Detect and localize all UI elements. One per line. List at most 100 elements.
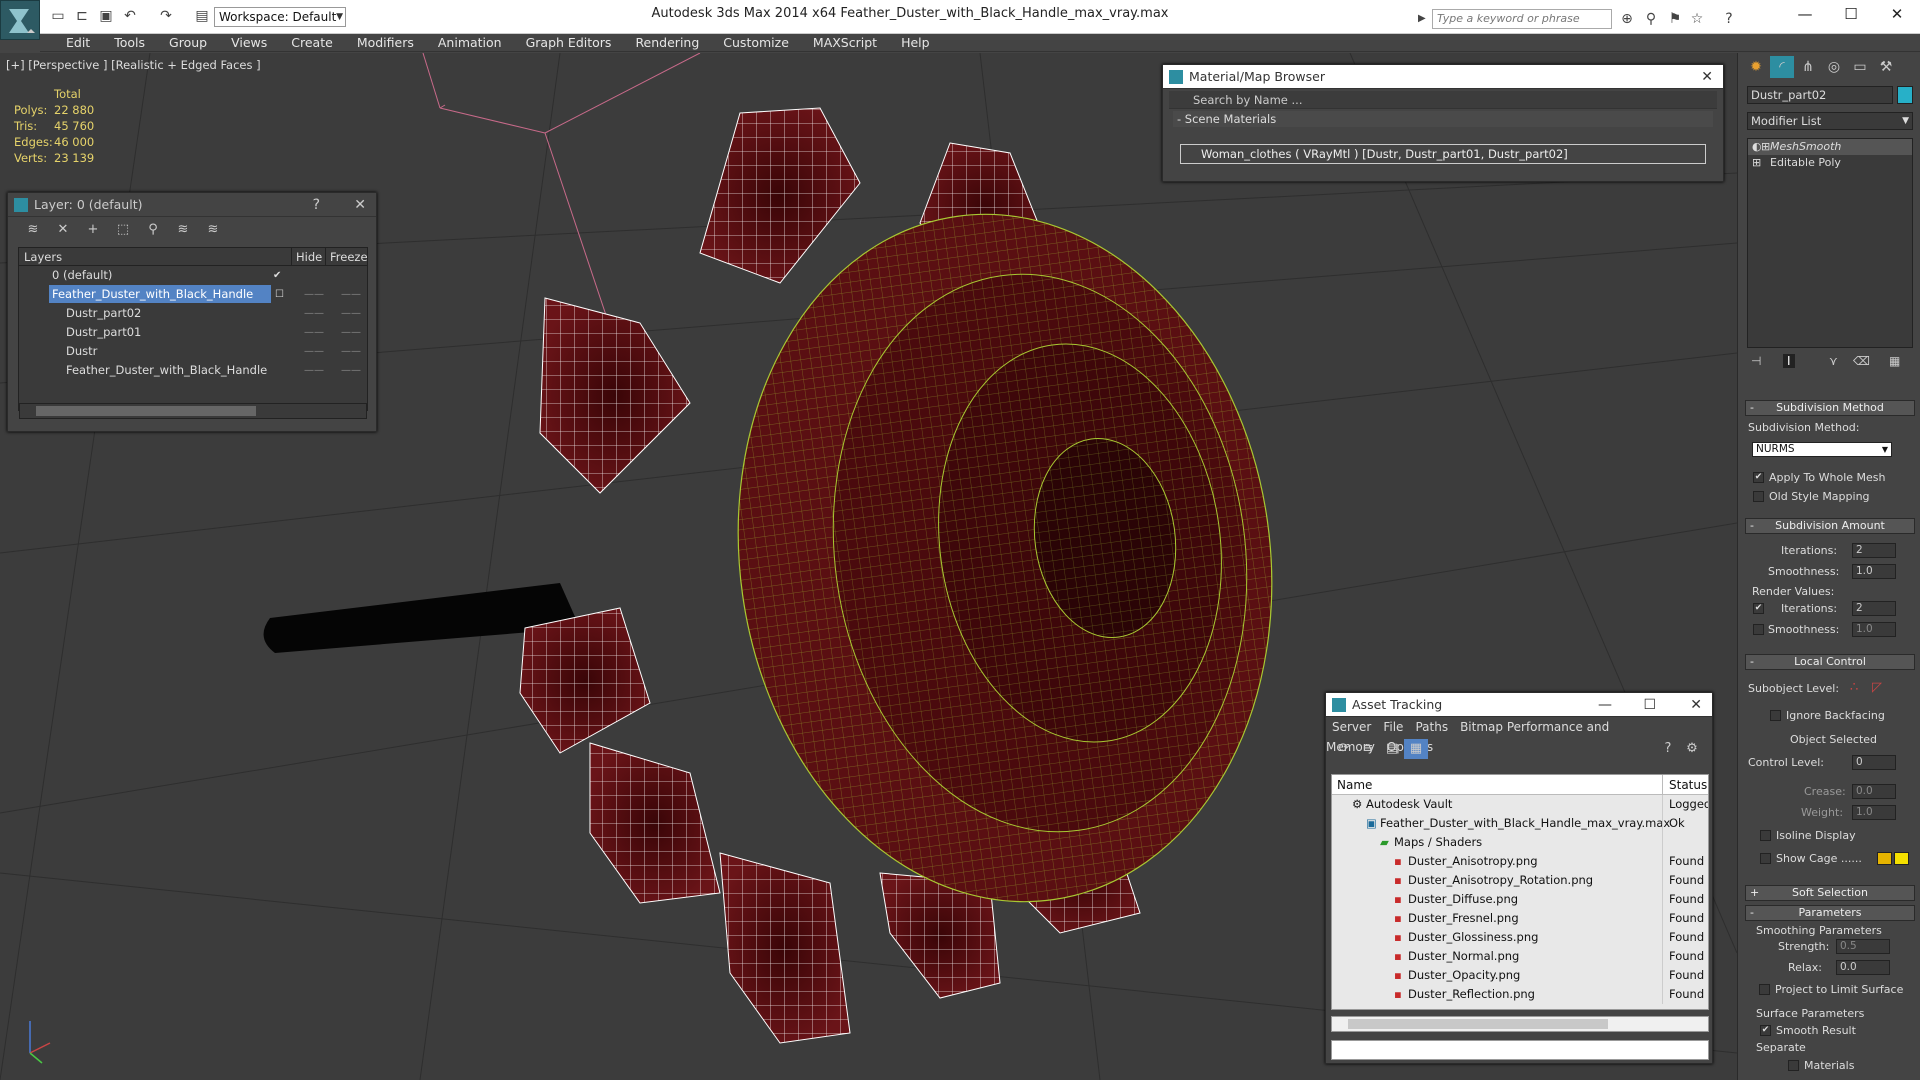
local-control-rollout[interactable]: - Local Control	[1745, 654, 1915, 670]
expand-icon[interactable]: ⊞	[1752, 155, 1761, 171]
search-input[interactable]: Type a keyword or phrase	[1432, 9, 1612, 29]
menu-edit[interactable]: Edit	[54, 34, 102, 52]
help-icon[interactable]: ?	[313, 193, 320, 217]
hide-all-icon[interactable]: ≋	[168, 219, 198, 241]
pin-stack-icon[interactable]: ⊣	[1751, 354, 1761, 368]
menu-help[interactable]: Help	[889, 34, 942, 52]
apply-whole-mesh-checkbox[interactable]: ✔	[1753, 472, 1764, 483]
binoculars-icon[interactable]: ⊕	[1616, 9, 1638, 29]
render-iterations-checkbox[interactable]: ✔	[1753, 603, 1764, 614]
menu-views[interactable]: Views	[219, 34, 279, 52]
subdivision-method-rollout[interactable]: - Subdivision Method	[1745, 400, 1915, 416]
menu-server[interactable]: Server	[1332, 720, 1371, 734]
close-icon[interactable]: ✕	[1690, 693, 1702, 717]
soft-selection-rollout[interactable]: + Soft Selection	[1745, 885, 1915, 901]
search-expand-icon[interactable]: ▶	[1418, 9, 1430, 29]
list-view-icon[interactable]: ≡	[1356, 739, 1380, 759]
horizontal-scrollbar[interactable]	[1331, 1016, 1709, 1032]
menu-maxscript[interactable]: MAXScript	[801, 34, 889, 52]
freeze-toggle[interactable]: ——	[341, 304, 361, 323]
material-item[interactable]: Woman_clothes ( VRayMtl ) [Dustr, Dustr_…	[1180, 144, 1706, 164]
redo-icon[interactable]: ↷	[156, 7, 176, 25]
close-icon[interactable]: ✕	[1874, 0, 1920, 30]
object-color-swatch[interactable]	[1897, 86, 1913, 104]
utilities-tab-icon[interactable]: ⚒	[1874, 56, 1898, 78]
asset-row[interactable]: ▪ Duster_Opacity.png Found	[1332, 966, 1708, 985]
active-layer-check-icon[interactable]: ✔	[273, 266, 281, 285]
horizontal-scrollbar[interactable]	[19, 403, 367, 419]
materials-checkbox[interactable]	[1788, 1060, 1799, 1071]
freeze-all-icon[interactable]: ≋	[198, 219, 228, 241]
thumbnail-view-icon[interactable]: ▤	[1380, 739, 1404, 759]
refresh-icon[interactable]: ⟳	[1332, 739, 1356, 759]
weight-spinner[interactable]: 1.0	[1852, 805, 1896, 820]
menu-create[interactable]: Create	[279, 34, 345, 52]
motion-tab-icon[interactable]: ◎	[1822, 56, 1846, 78]
hide-column-header[interactable]: Hide	[291, 248, 322, 266]
layer-row[interactable]: 0 (default) ✔	[19, 266, 367, 285]
material-browser-header[interactable]: Material/Map Browser ✕	[1163, 65, 1723, 89]
edge-subobject-icon[interactable]: ◸	[1872, 680, 1882, 695]
settings-icon[interactable]: ⚙	[1680, 739, 1704, 759]
smooth-result-checkbox[interactable]: ✔	[1760, 1025, 1771, 1036]
show-end-result-icon[interactable]: I	[1783, 354, 1795, 368]
asset-tracking-header[interactable]: Asset Tracking — ☐ ✕	[1326, 693, 1712, 717]
isoline-display-checkbox[interactable]	[1760, 830, 1771, 841]
menu-tools[interactable]: Tools	[102, 34, 157, 52]
display-tab-icon[interactable]: ▭	[1848, 56, 1872, 78]
new-file-icon[interactable]: ▭	[48, 7, 68, 25]
menu-modifiers[interactable]: Modifiers	[345, 34, 426, 52]
set-active-icon[interactable]: ☐	[275, 285, 284, 304]
menu-paths[interactable]: Paths	[1415, 720, 1448, 734]
favorites-star-icon[interactable]: ☆	[1686, 9, 1708, 29]
modifier-stack-item[interactable]: ⊞ Editable Poly	[1748, 155, 1912, 171]
asset-row[interactable]: ⚙ Autodesk Vault Logged	[1332, 795, 1708, 814]
old-style-mapping-checkbox[interactable]	[1753, 491, 1764, 502]
save-icon[interactable]: ▣	[96, 7, 116, 25]
create-tab-icon[interactable]: ✹	[1744, 56, 1768, 78]
hide-toggle[interactable]: ——	[304, 342, 324, 361]
layer-row[interactable]: Feather_Duster_with_Black_Handle ☐ —— ——	[19, 285, 367, 304]
table-view-icon[interactable]: ▦	[1404, 739, 1428, 759]
subscription-icon[interactable]: ⚲	[1640, 9, 1662, 29]
close-icon[interactable]: ✕	[354, 193, 366, 217]
hide-toggle[interactable]: ——	[304, 323, 324, 342]
hierarchy-tab-icon[interactable]: ⋔	[1796, 56, 1820, 78]
menu-rendering[interactable]: Rendering	[623, 34, 711, 52]
layer-row[interactable]: Dustr_part01 —— ——	[19, 323, 367, 342]
asset-row[interactable]: ▣ Feather_Duster_with_Black_Handle_max_vr…	[1332, 814, 1708, 833]
asset-row[interactable]: ▪ Duster_Glossiness.png Found	[1332, 928, 1708, 947]
object-name-field[interactable]: Dustr_part02	[1747, 86, 1893, 104]
freeze-toggle[interactable]: ——	[341, 361, 361, 380]
render-iterations-spinner[interactable]: 2	[1852, 601, 1896, 616]
help-icon[interactable]: ?	[1656, 739, 1680, 759]
crease-spinner[interactable]: 0.0	[1852, 784, 1896, 799]
project-limit-checkbox[interactable]	[1759, 984, 1770, 995]
freeze-column-header[interactable]: Freeze	[325, 248, 368, 266]
freeze-toggle[interactable]: ——	[341, 323, 361, 342]
asset-row[interactable]: ▪ Duster_Fresnel.png Found	[1332, 909, 1708, 928]
layer-row[interactable]: Dustr —— ——	[19, 342, 367, 361]
expand-icon[interactable]: ⊞	[1761, 139, 1770, 155]
maximize-icon[interactable]: ☐	[1828, 0, 1874, 30]
show-cage-checkbox[interactable]	[1760, 853, 1771, 864]
layer-row[interactable]: Dustr_part02 —— ——	[19, 304, 367, 323]
asset-row[interactable]: ▰ Maps / Shaders	[1332, 833, 1708, 852]
layers-icon[interactable]: ≋	[18, 219, 48, 241]
menu-file[interactable]: File	[1383, 720, 1403, 734]
vertex-subobject-icon[interactable]: ∴	[1850, 680, 1858, 695]
subdivision-method-dropdown[interactable]: NURMS ▼	[1752, 442, 1892, 457]
subdivision-amount-rollout[interactable]: - Subdivision Amount	[1745, 518, 1915, 534]
select-objects-icon[interactable]: ⚲	[138, 219, 168, 241]
ignore-backfacing-checkbox[interactable]	[1770, 710, 1781, 721]
parameters-rollout[interactable]: - Parameters	[1745, 905, 1915, 921]
make-unique-icon[interactable]: ⋎	[1829, 354, 1838, 368]
add-icon[interactable]: +	[78, 219, 108, 241]
cage-color-swatch[interactable]	[1877, 852, 1892, 865]
delete-icon[interactable]: ✕	[48, 219, 78, 241]
freeze-toggle[interactable]: ——	[341, 285, 361, 304]
viewport-label[interactable]: [+] [Perspective ] [Realistic + Edged Fa…	[6, 58, 261, 72]
strength-spinner[interactable]: 0.5	[1836, 939, 1890, 954]
undo-icon[interactable]: ↶	[120, 7, 140, 25]
select-highlight-icon[interactable]: ⬚	[108, 219, 138, 241]
